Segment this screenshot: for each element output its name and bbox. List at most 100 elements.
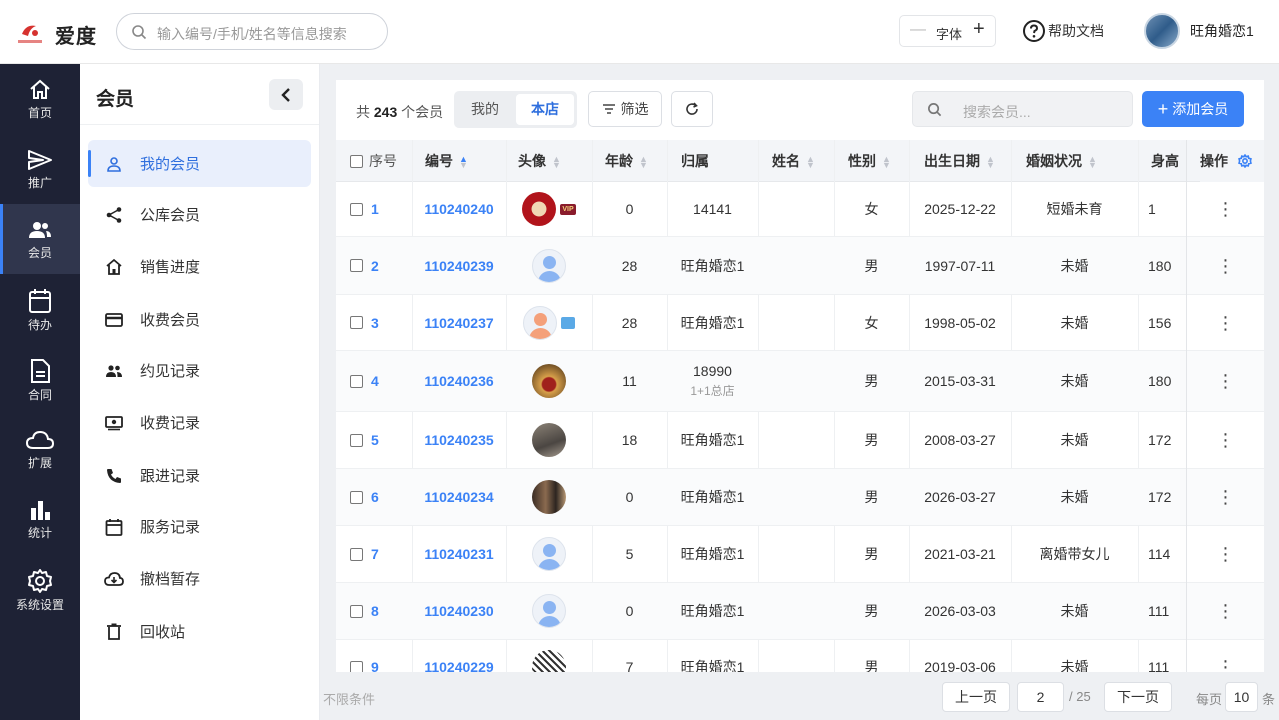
- age-value: 28: [621, 314, 638, 331]
- sidebar-item-payment-records[interactable]: 收费记录: [88, 399, 311, 446]
- sidebar-item-recycle-bin[interactable]: 回收站: [88, 608, 311, 655]
- more-actions-icon[interactable]: ⋮: [1217, 314, 1235, 332]
- nav-stats[interactable]: 统计: [0, 484, 80, 554]
- nav-members[interactable]: 会员: [0, 204, 80, 274]
- height-value: 172: [1148, 432, 1172, 448]
- header-marital[interactable]: 婚姻状况 ▲ ▼: [1026, 140, 1097, 182]
- table-row[interactable]: 2 110240239 28 旺角婚恋1 男 1997-07-11 未婚 180 ⋮: [336, 237, 1264, 295]
- avatar[interactable]: [532, 364, 566, 398]
- row-checkbox[interactable]: [350, 433, 363, 447]
- member-id-link[interactable]: 110240230: [424, 603, 493, 619]
- gender-cell: 男: [834, 583, 909, 639]
- table-row[interactable]: 4 110240236 11 18990 1+1总店 男 2015-03-31 未婚 180 ⋮: [336, 351, 1264, 412]
- header-birth[interactable]: 出生日期 ▲ ▼: [924, 140, 995, 182]
- member-id-cell: 110240240: [412, 182, 506, 236]
- next-page-button[interactable]: 下一页: [1104, 682, 1172, 712]
- sidebar-item-followup-records[interactable]: 跟进记录: [88, 452, 311, 499]
- member-id-link[interactable]: 110240229: [424, 659, 493, 672]
- row-checkbox[interactable]: [350, 374, 363, 388]
- member-id-link[interactable]: 110240234: [424, 489, 493, 505]
- member-id-link[interactable]: 110240237: [424, 315, 493, 331]
- more-actions-icon[interactable]: ⋮: [1217, 372, 1235, 390]
- header-height: 身高: [1151, 153, 1179, 169]
- sidebar-item-sales-progress[interactable]: 销售进度: [88, 243, 311, 290]
- member-id-link[interactable]: 110240236: [424, 373, 493, 389]
- brand-logo[interactable]: [16, 18, 44, 46]
- user-menu[interactable]: 旺角婚恋1: [1144, 13, 1254, 49]
- member-id-link[interactable]: 110240231: [424, 546, 493, 562]
- more-actions-icon[interactable]: ⋮: [1217, 431, 1235, 449]
- table-row[interactable]: 7 110240231 5 旺角婚恋1 男 2021-03-21 离婚带女儿 114 ⋮: [336, 526, 1264, 583]
- sidebar-item-paid-members[interactable]: 收费会员: [88, 296, 311, 343]
- nav-contract[interactable]: 合同: [0, 344, 80, 414]
- header-gender[interactable]: 性别 ▲ ▼: [848, 140, 891, 182]
- sidebar-item-meeting-records[interactable]: 约见记录: [88, 347, 311, 394]
- table-row[interactable]: 9 110240229 7 旺角婚恋1 男 2019-03-06 未婚 111 ⋮: [336, 640, 1264, 672]
- font-decrease-button[interactable]: —: [910, 21, 926, 39]
- row-checkbox[interactable]: [350, 490, 363, 504]
- member-id-link[interactable]: 110240240: [424, 201, 493, 217]
- avatar[interactable]: [523, 305, 557, 340]
- add-member-button[interactable]: + 添加会员: [1142, 91, 1244, 127]
- sidebar-item-archive[interactable]: 撤档暂存: [88, 555, 311, 602]
- sidebar-item-my-members[interactable]: 我的会员: [88, 140, 311, 187]
- avatar[interactable]: [532, 594, 566, 628]
- row-checkbox[interactable]: [350, 259, 363, 272]
- column-settings-icon[interactable]: [1237, 153, 1252, 169]
- birth-date-value: 2021-03-21: [924, 546, 996, 562]
- more-actions-icon[interactable]: ⋮: [1217, 200, 1235, 218]
- select-all-checkbox[interactable]: [350, 154, 363, 168]
- nav-todo[interactable]: 待办: [0, 274, 80, 344]
- row-checkbox[interactable]: [350, 316, 363, 329]
- sidebar-item-public-members[interactable]: 公库会员: [88, 191, 311, 238]
- birth-date-cell: 2025-12-22: [909, 182, 1011, 236]
- table-row[interactable]: 6 110240234 0 旺角婚恋1 男 2026-03-27 未婚 172 ⋮: [336, 469, 1264, 526]
- global-search-input[interactable]: 输入编号/手机/姓名等信息搜索: [116, 13, 388, 50]
- help-label: 帮助文档: [1048, 23, 1104, 39]
- row-checkbox[interactable]: [350, 202, 363, 216]
- avatar[interactable]: [532, 423, 566, 457]
- table-row[interactable]: 1 110240240 VIP 0 14141 女 2025-12-22 短婚未育 1 ⋮: [336, 182, 1264, 237]
- avatar[interactable]: [522, 192, 557, 226]
- table-row[interactable]: 5 110240235 18 旺角婚恋1 男 2008-03-27 未婚 172 ⋮: [336, 412, 1264, 469]
- sidebar-item-service-records[interactable]: 服务记录: [88, 503, 311, 550]
- avatar[interactable]: [532, 248, 566, 283]
- nav-settings[interactable]: 系统设置: [0, 554, 80, 624]
- more-actions-icon[interactable]: ⋮: [1217, 602, 1235, 620]
- header-age[interactable]: 年龄 ▲ ▼: [605, 140, 648, 182]
- row-checkbox[interactable]: [350, 660, 363, 672]
- sidebar-collapse-button[interactable]: [269, 79, 303, 110]
- member-search-input[interactable]: 搜索会员...: [912, 91, 1133, 127]
- table-row[interactable]: 3 110240237 28 旺角婚恋1 女 1998-05-02 未婚 156 ⋮: [336, 295, 1264, 351]
- header-id[interactable]: 编号 ▲ ▼: [425, 140, 468, 182]
- header-name[interactable]: 姓名 ▲ ▼: [772, 140, 815, 182]
- more-actions-icon[interactable]: ⋮: [1217, 545, 1235, 563]
- nav-extend[interactable]: 扩展: [0, 414, 80, 484]
- row-checkbox[interactable]: [350, 547, 363, 561]
- avatar[interactable]: [532, 650, 566, 672]
- avatar-cell: [506, 412, 592, 468]
- more-actions-icon[interactable]: ⋮: [1217, 257, 1235, 275]
- member-id-link[interactable]: 110240239: [424, 258, 493, 274]
- nav-promote[interactable]: 推广: [0, 134, 80, 204]
- member-id-link[interactable]: 110240235: [424, 432, 493, 448]
- more-actions-icon[interactable]: ⋮: [1217, 658, 1235, 672]
- avatar[interactable]: [532, 537, 566, 571]
- help-docs-link[interactable]: 帮助文档: [1022, 18, 1104, 44]
- page-number-input[interactable]: 2: [1017, 682, 1064, 712]
- table-row[interactable]: 8 110240230 0 旺角婚恋1 男 2026-03-03 未婚 111 ⋮: [336, 583, 1264, 640]
- refresh-button[interactable]: [671, 91, 713, 127]
- font-increase-button[interactable]: +: [973, 18, 985, 41]
- calendar-icon: [104, 517, 124, 537]
- nav-home[interactable]: 首页: [0, 64, 80, 134]
- avatar[interactable]: [532, 480, 566, 514]
- per-page-input[interactable]: 10: [1225, 682, 1258, 712]
- nav-promote-label: 推广: [27, 176, 52, 190]
- tab-mine[interactable]: 我的: [454, 91, 516, 128]
- more-actions-icon[interactable]: ⋮: [1217, 488, 1235, 506]
- prev-page-button[interactable]: 上一页: [942, 682, 1010, 712]
- header-avatar[interactable]: 头像 ▲ ▼: [518, 140, 561, 182]
- tab-store[interactable]: 本店: [516, 94, 574, 125]
- filter-button[interactable]: 筛选: [588, 91, 662, 127]
- row-checkbox[interactable]: [350, 604, 363, 618]
